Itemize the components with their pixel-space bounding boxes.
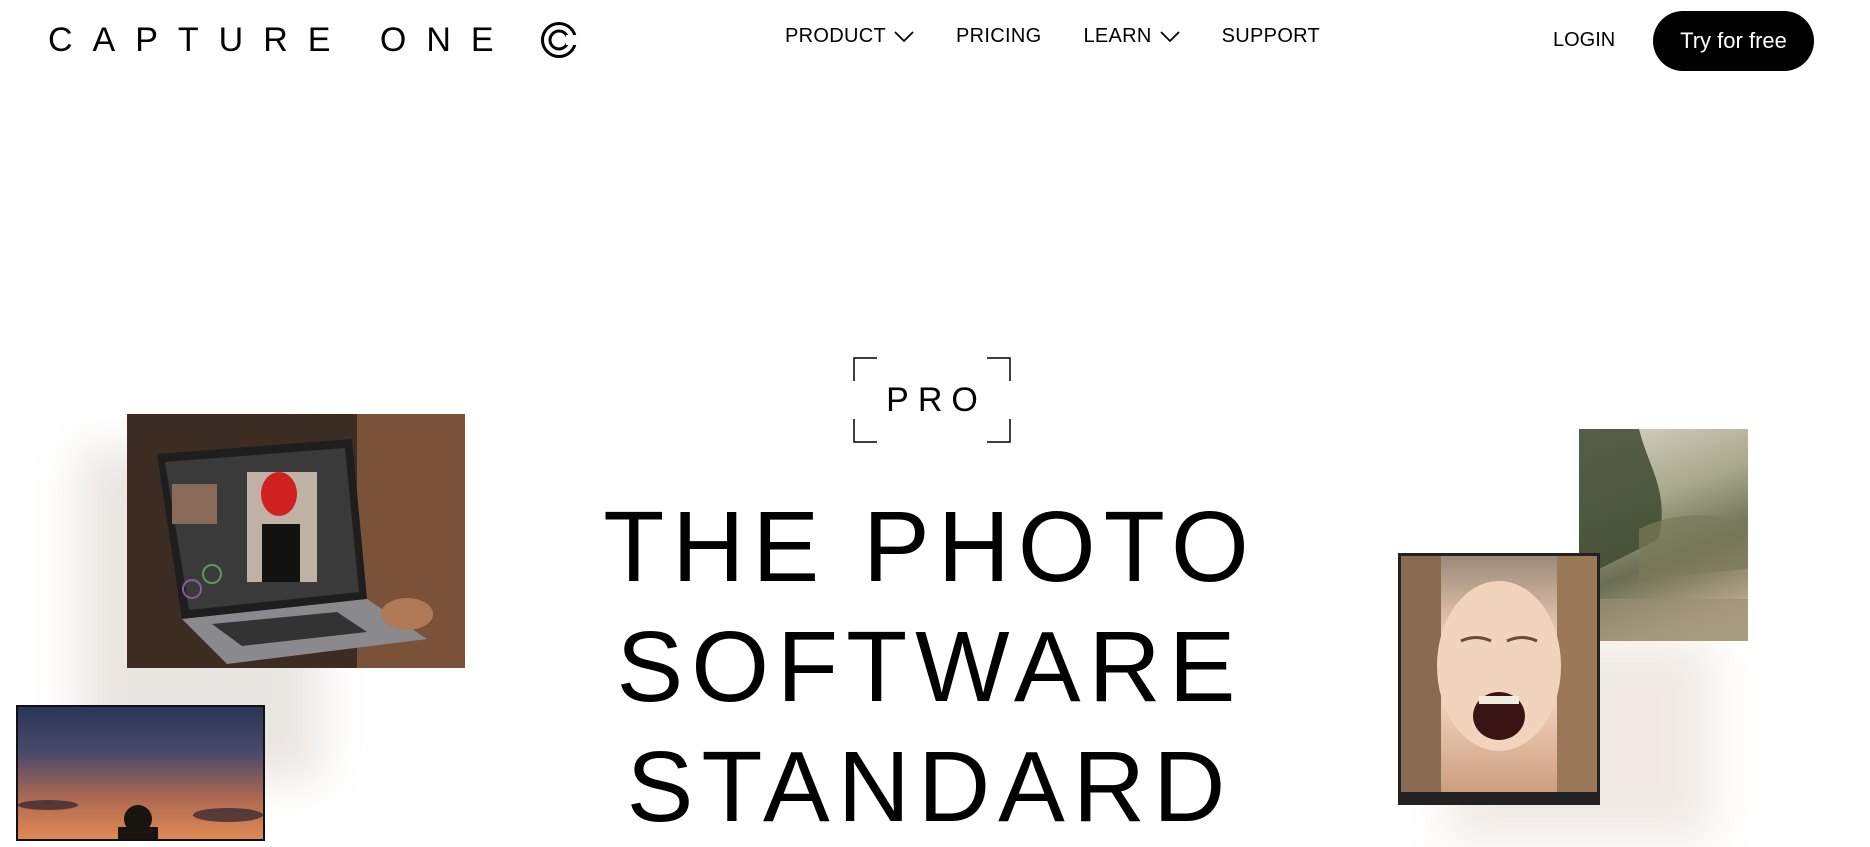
- site-header: CAPTURE ONE PRODUCT PRICING LEARN SUPPOR…: [0, 0, 1870, 84]
- hero-title-line: STANDARD: [626, 731, 1234, 843]
- nav-item-label: PRICING: [956, 25, 1042, 47]
- laughing-woman-portrait-photo: [1398, 553, 1600, 805]
- laptop-illustration: [127, 414, 465, 668]
- hero-title-line: THE PHOTO: [603, 491, 1257, 603]
- forest-illustration: [1579, 429, 1748, 641]
- pro-badge: PRO: [853, 357, 1011, 443]
- chevron-down-icon: [894, 30, 914, 42]
- nav-item-support[interactable]: SUPPORT: [1222, 25, 1320, 48]
- capture-one-logo-icon: [540, 22, 578, 58]
- nav-item-label: SUPPORT: [1221, 25, 1321, 47]
- main-nav: PRODUCT PRICING LEARN SUPPORT: [785, 25, 1320, 48]
- chevron-down-icon: [1160, 30, 1180, 42]
- nav-item-label: PRODUCT: [785, 25, 886, 47]
- pro-badge-label: PRO: [886, 380, 987, 419]
- sunset-silhouette-photo: [16, 705, 265, 841]
- portrait-illustration: [1401, 556, 1597, 802]
- try-for-free-button[interactable]: Try for free: [1653, 11, 1814, 71]
- sunset-illustration: [18, 800, 263, 839]
- nav-item-pricing[interactable]: PRICING: [956, 25, 1041, 48]
- login-link[interactable]: LOGIN: [1553, 29, 1615, 52]
- laptop-editing-photo: [127, 414, 465, 668]
- hero-title: THE PHOTO SOFTWARE STANDARD: [580, 487, 1280, 847]
- logo-text: CAPTURE ONE: [48, 20, 514, 59]
- nav-item-label: LEARN: [1083, 25, 1152, 47]
- hero-title-line: SOFTWARE: [616, 611, 1244, 723]
- nav-item-product[interactable]: PRODUCT: [785, 25, 914, 48]
- logo[interactable]: CAPTURE ONE: [48, 16, 578, 64]
- misty-forest-photo: [1579, 429, 1748, 641]
- nav-item-learn[interactable]: LEARN: [1083, 25, 1180, 48]
